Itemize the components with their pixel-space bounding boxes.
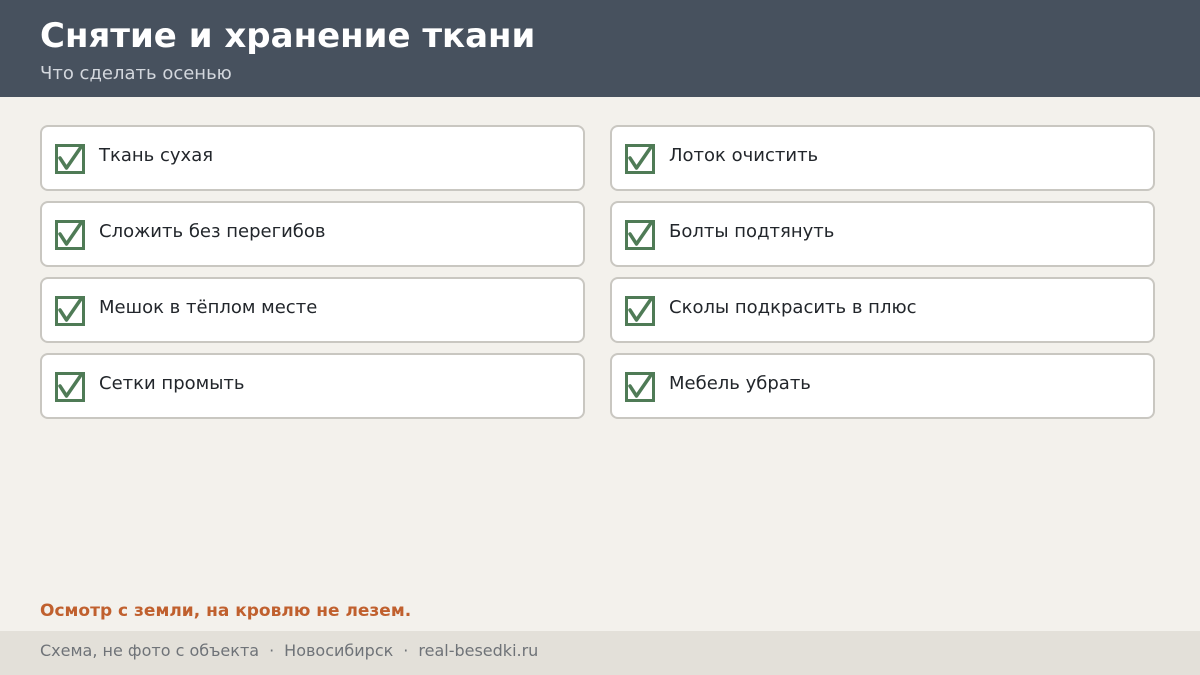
checklist-item[interactable]: Мебель убрать: [610, 353, 1155, 419]
checklist-item-label: Сложить без перегибов: [99, 221, 326, 242]
checklist-item[interactable]: Сложить без перегибов: [40, 201, 585, 267]
safety-note: Осмотр с земли, на кровлю не лезем.: [40, 601, 412, 621]
checklist-item-label: Ткань сухая: [99, 145, 214, 166]
checklist-item[interactable]: Лоток очистить: [610, 125, 1155, 191]
checklist-item-label: Мешок в тёплом месте: [99, 297, 318, 318]
page: Снятие и хранение ткани Что сделать осен…: [0, 0, 1200, 675]
page-subtitle: Что сделать осенью: [40, 63, 232, 84]
checkbox-checked-icon[interactable]: [625, 220, 655, 250]
checkbox-checked-icon[interactable]: [625, 144, 655, 174]
checklist-item-label: Сетки промыть: [99, 373, 245, 394]
checklist-item-label: Сколы подкрасить в плюс: [669, 297, 917, 318]
checklist-item[interactable]: Сетки промыть: [40, 353, 585, 419]
checklist-item[interactable]: Сколы подкрасить в плюс: [610, 277, 1155, 343]
checklist: Ткань сухая Сложить без перегибов Мешок …: [40, 125, 1156, 420]
checklist-item-label: Болты подтянуть: [669, 221, 835, 242]
checkbox-checked-icon[interactable]: [55, 220, 85, 250]
checklist-item-label: Лоток очистить: [669, 145, 819, 166]
checklist-item-label: Мебель убрать: [669, 373, 811, 394]
checkbox-checked-icon[interactable]: [55, 144, 85, 174]
header: Снятие и хранение ткани Что сделать осен…: [0, 0, 1200, 97]
checkbox-checked-icon[interactable]: [55, 296, 85, 326]
footer-separator: ·: [403, 641, 409, 660]
footer-city: Новосибирск: [284, 641, 394, 660]
page-title: Снятие и хранение ткани: [40, 16, 536, 56]
footer-website-link[interactable]: real-besedki.ru: [418, 641, 538, 660]
checkbox-checked-icon[interactable]: [55, 372, 85, 402]
checklist-item[interactable]: Ткань сухая: [40, 125, 585, 191]
checklist-item[interactable]: Мешок в тёплом месте: [40, 277, 585, 343]
footer-text: Схема, не фото с объекта · Новосибирск · rea…: [40, 641, 538, 661]
checklist-item[interactable]: Болты подтянуть: [610, 201, 1155, 267]
footer-disclaimer: Схема, не фото с объекта: [40, 641, 260, 660]
footer-separator: ·: [269, 641, 275, 660]
footer: Схема, не фото с объекта · Новосибирск · rea…: [0, 631, 1200, 675]
checkbox-checked-icon[interactable]: [625, 372, 655, 402]
checkbox-checked-icon[interactable]: [625, 296, 655, 326]
